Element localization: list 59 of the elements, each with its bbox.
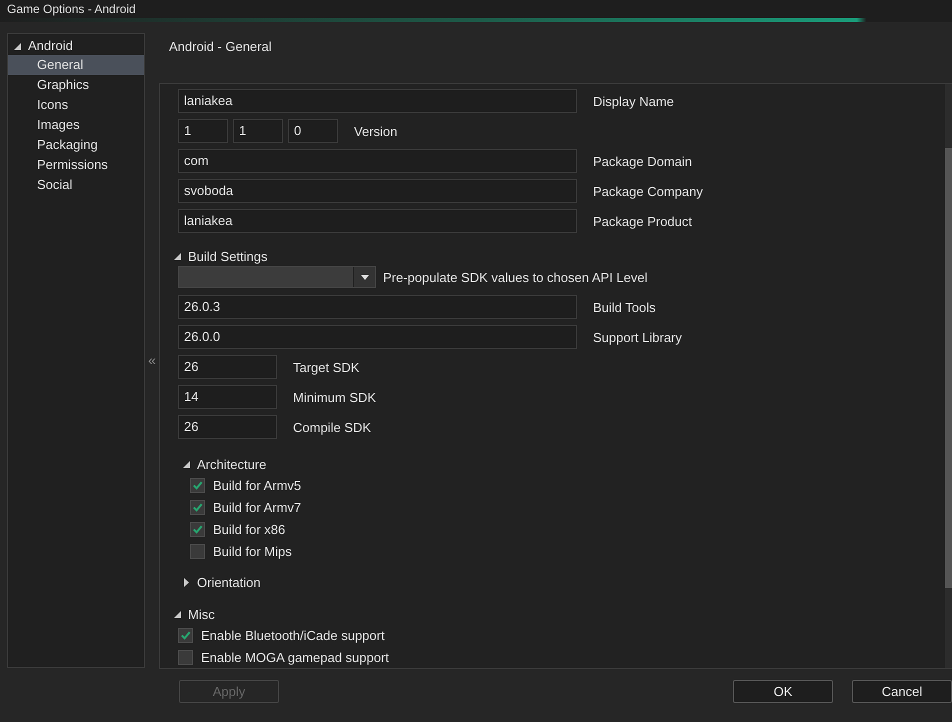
sidebar-item[interactable]: Icons [8,95,144,115]
version-field[interactable]: 1 [233,119,283,143]
field-label: Package Product [593,214,692,228]
text-field[interactable]: svoboda [178,179,577,203]
checkbox[interactable] [190,500,205,514]
checkbox-label[interactable]: Build for Armv7 [213,500,302,514]
text-field[interactable]: laniakea [178,89,577,113]
text-field[interactable]: 26.0.0 [178,325,577,349]
checkbox-label[interactable]: Enable MOGA gamepad support [201,650,389,664]
field-label: Compile SDK [293,420,372,434]
checkbox-label[interactable]: Build for x86 [213,522,286,536]
section-title[interactable]: Misc [188,606,215,622]
checkbox-label[interactable]: Build for Mips [213,544,292,558]
version-field[interactable]: 0 [288,119,338,143]
sidebar-item[interactable]: Packaging [8,135,144,155]
sdk-field[interactable]: 26 [178,415,277,439]
sdk-field[interactable]: 26 [178,355,277,379]
collapse-sidebar-button[interactable]: « [145,352,159,368]
text-field[interactable]: com [178,149,577,173]
window-title: Game Options - Android [6,2,136,18]
sidebar-item[interactable]: General [8,55,144,75]
dropdown-arrow-icon [360,274,368,280]
field-label: Version [354,124,398,138]
field-label: Package Domain [593,154,692,168]
cancel-button[interactable]: Cancel [852,680,952,702]
collapse-triangle-icon[interactable] [174,252,182,260]
text-field[interactable]: 26.0.3 [178,295,577,319]
field-label: Package Company [593,184,703,198]
sidebar-item[interactable]: Android [28,37,73,55]
checkbox[interactable] [190,478,205,492]
expand-triangle-icon[interactable] [183,578,191,586]
section-title[interactable]: Build Settings [188,248,268,264]
field-label: Minimum SDK [293,390,376,404]
sidebar-item[interactable]: Social [8,175,144,195]
checkbox[interactable] [190,522,205,536]
field-label: Display Name [593,94,674,108]
section-title[interactable]: Architecture [197,456,266,472]
checkbox-label[interactable]: Build for Armv5 [213,478,302,492]
page-title: Android - General [168,38,273,56]
checkbox-label[interactable]: Enable Bluetooth/iCade support [201,628,385,642]
text-field[interactable]: laniakea [178,209,577,233]
ok-button[interactable]: OK [733,680,833,702]
checkbox[interactable] [178,628,193,642]
section-title[interactable]: Orientation [197,574,261,590]
sidebar-item[interactable]: Graphics [8,75,144,95]
collapse-triangle-icon[interactable] [14,42,22,50]
field-label: Support Library [593,330,682,344]
collapse-triangle-icon[interactable] [174,610,182,618]
version-field[interactable]: 1 [178,119,228,143]
sidebar-item[interactable]: Permissions [8,155,144,175]
field-label: Build Tools [593,300,656,314]
field-label: Pre-populate SDK values to chosen API Level [383,270,648,284]
checkbox[interactable] [178,650,193,664]
sidebar-item[interactable]: Images [8,115,144,135]
checkbox[interactable] [190,544,205,558]
collapse-triangle-icon[interactable] [183,460,191,468]
scrollbar[interactable] [945,84,952,668]
sdk-field[interactable]: 14 [178,385,277,409]
field-label: Target SDK [293,360,360,374]
